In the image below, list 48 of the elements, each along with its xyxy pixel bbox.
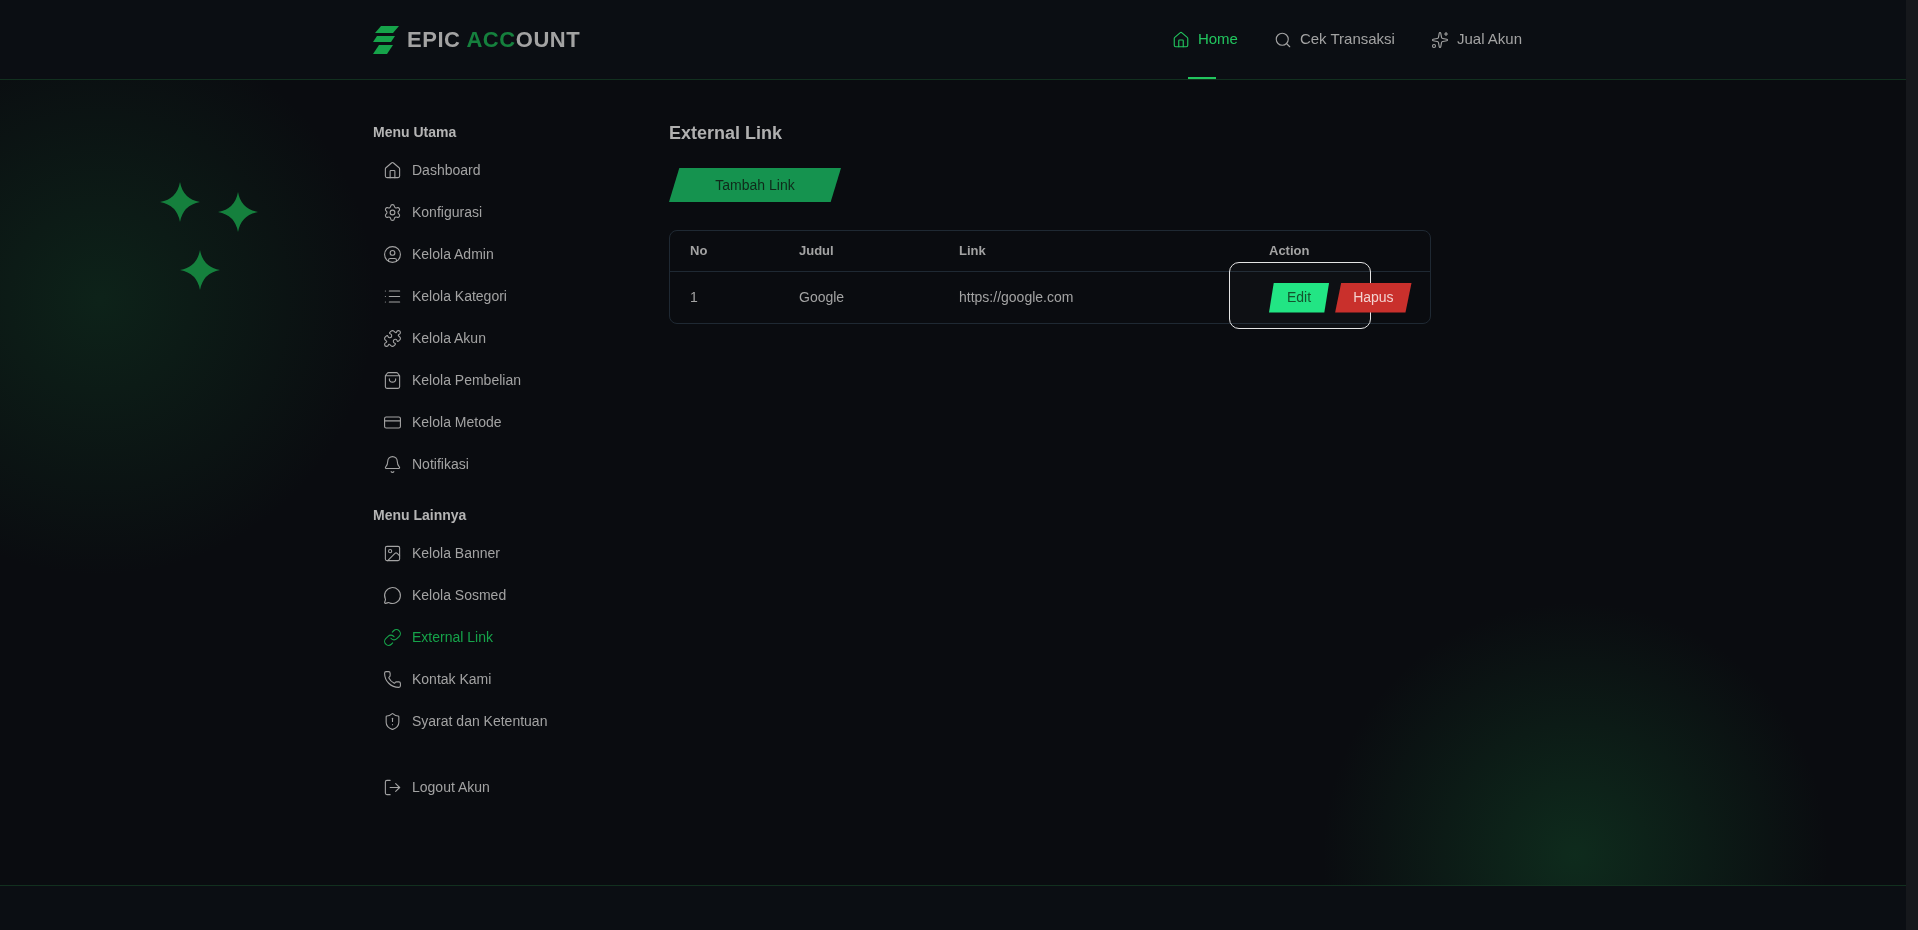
logo-icon (373, 25, 399, 54)
sidebar-item[interactable]: Notifikasi (373, 443, 669, 485)
page-title: External Link (669, 122, 784, 145)
house-icon (383, 160, 402, 180)
column-header: Judul (799, 242, 835, 261)
user-circle-icon (383, 244, 402, 264)
sidebar-item[interactable]: Kelola Pembelian (373, 359, 669, 401)
sidebar-item[interactable]: Kelola Admin (373, 233, 669, 275)
sidebar-section-title: Menu Lainnya (373, 506, 468, 525)
chat-bubble-icon (383, 585, 402, 605)
sidebar-item[interactable]: Konfigurasi (373, 191, 669, 233)
puzzle-icon (383, 328, 402, 348)
scrollbar[interactable] (1906, 0, 1918, 930)
logo-text: EPIC ACCOUNT (407, 26, 581, 54)
delete-button[interactable]: Hapus (1335, 282, 1412, 313)
sidebar-item[interactable]: Kelola Kategori (373, 275, 669, 317)
search-icon (1273, 30, 1292, 49)
sparkles-icon (1430, 30, 1449, 49)
column-header: Action (1269, 242, 1311, 261)
shopping-bag-icon (383, 370, 402, 390)
table-cell-text: https://google.com (959, 288, 1075, 307)
nav-link[interactable]: Jual Akun (1430, 0, 1522, 79)
nav-link[interactable]: Cek Transaksi (1273, 0, 1395, 79)
sidebar-item[interactable]: Kontak Kami (373, 658, 669, 700)
table-cell-text: 1 (690, 288, 699, 307)
sidebar-item[interactable]: Dashboard (373, 149, 669, 191)
sidebar-section-title: Menu Utama (373, 123, 458, 142)
add-link-button[interactable]: Tambah Link (669, 168, 841, 202)
link-icon (383, 627, 402, 647)
sidebar-item[interactable]: Kelola Akun (373, 317, 669, 359)
sidebar-item[interactable]: Kelola Metode (373, 401, 669, 443)
edit-button[interactable]: Edit (1269, 282, 1330, 313)
table-cell-text: Google (799, 288, 846, 307)
nav-link[interactable]: Home (1171, 0, 1238, 79)
shield-icon (383, 711, 402, 731)
sidebar-item[interactable]: Kelola Banner (373, 532, 669, 574)
bell-icon (383, 454, 402, 474)
sidebar-item[interactable]: Syarat dan Ketentuan (373, 700, 669, 742)
sidebar-item[interactable]: External Link (373, 616, 669, 658)
logout-icon (383, 777, 402, 797)
sidebar-item[interactable]: Kelola Sosmed (373, 574, 669, 616)
column-header: Link (959, 242, 987, 261)
column-header: No (690, 242, 709, 261)
house-icon (1171, 30, 1190, 49)
image-icon (383, 543, 402, 563)
phone-icon (383, 669, 402, 689)
logout-link[interactable]: Logout Akun (373, 766, 669, 808)
gear-icon (383, 202, 402, 222)
